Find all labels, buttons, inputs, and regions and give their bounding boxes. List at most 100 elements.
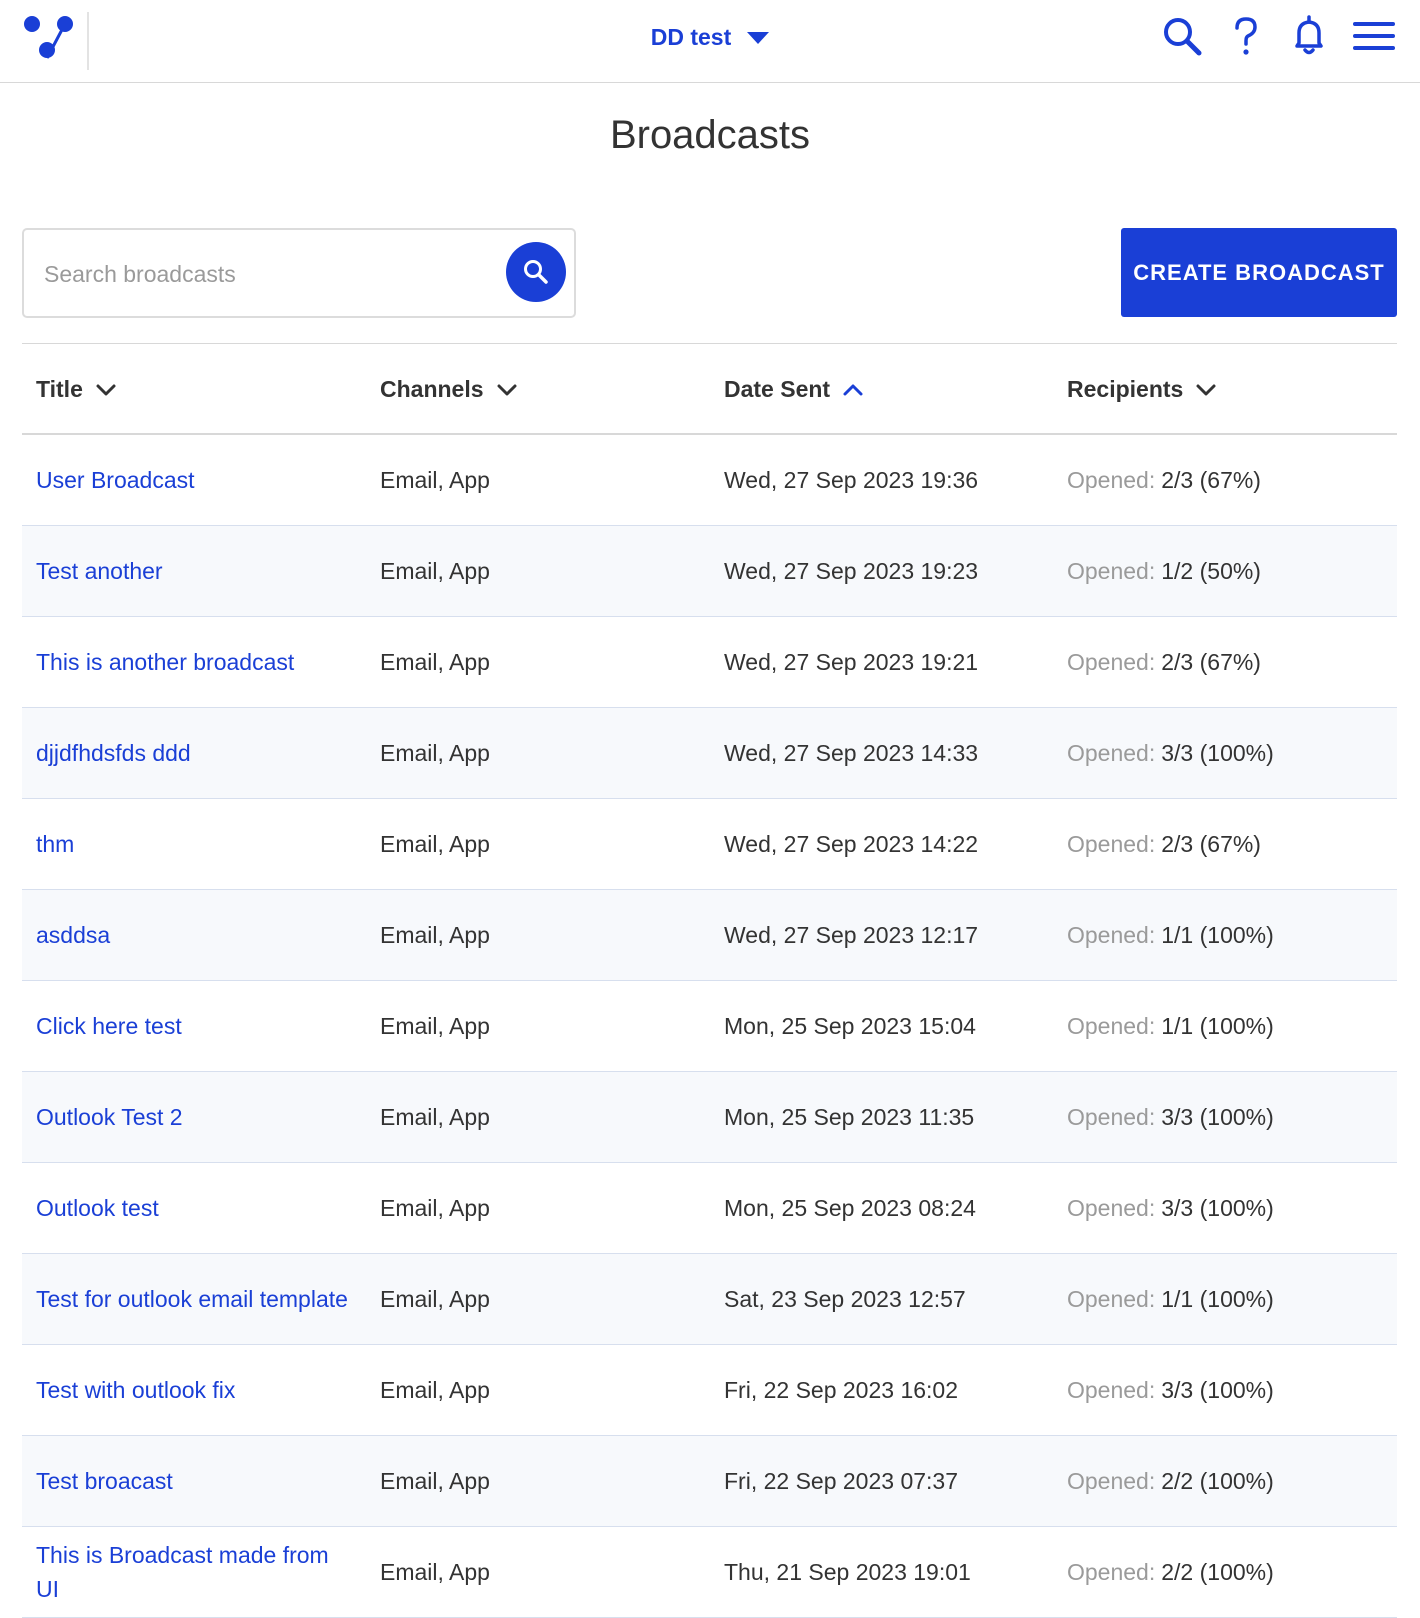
broadcast-date: Thu, 21 Sep 2023 19:01 bbox=[724, 1559, 971, 1585]
table-row: User Broadcast Email, App Wed, 27 Sep 20… bbox=[22, 435, 1397, 526]
opened-label: Opened: bbox=[1067, 1377, 1156, 1403]
column-title-label: Title bbox=[36, 376, 83, 402]
broadcast-channels: Email, App bbox=[380, 740, 490, 766]
broadcast-title-link[interactable]: Outlook Test 2 bbox=[36, 1072, 356, 1162]
column-header-channels[interactable]: Channels bbox=[380, 376, 518, 403]
search-box bbox=[22, 228, 576, 318]
table-body: User Broadcast Email, App Wed, 27 Sep 20… bbox=[22, 435, 1397, 1618]
broadcast-channels: Email, App bbox=[380, 467, 490, 493]
broadcast-date: Mon, 25 Sep 2023 11:35 bbox=[724, 1104, 975, 1130]
broadcast-date: Wed, 27 Sep 2023 14:33 bbox=[724, 740, 979, 766]
broadcast-title-link[interactable]: This is another broadcast bbox=[36, 617, 356, 707]
chevron-down-icon bbox=[497, 384, 517, 395]
bell-icon[interactable] bbox=[1287, 14, 1331, 58]
column-date-sent-label: Date Sent bbox=[724, 376, 831, 402]
broadcast-recipients: Opened: 3/3 (100%) bbox=[1067, 1163, 1387, 1253]
opened-label: Opened: bbox=[1067, 922, 1156, 948]
broadcast-date: Wed, 27 Sep 2023 19:36 bbox=[724, 467, 979, 493]
opened-label: Opened: bbox=[1067, 831, 1156, 857]
broadcast-title-link[interactable]: Test for outlook email template bbox=[36, 1254, 356, 1344]
broadcast-channels: Email, App bbox=[380, 1377, 490, 1403]
table-row: Test another Email, App Wed, 27 Sep 2023… bbox=[22, 526, 1397, 617]
broadcast-recipients: Opened: 3/3 (100%) bbox=[1067, 1072, 1387, 1162]
broadcast-channels: Email, App bbox=[380, 1013, 490, 1039]
table-row: Outlook Test 2 Email, App Mon, 25 Sep 20… bbox=[22, 1072, 1397, 1163]
broadcast-title-link[interactable]: Test with outlook fix bbox=[36, 1345, 356, 1435]
table-header: Title Channels Date Sent Recipients bbox=[22, 344, 1397, 435]
broadcast-title-link[interactable]: Click here test bbox=[36, 981, 356, 1071]
opened-label: Opened: bbox=[1067, 649, 1156, 675]
broadcast-recipients: Opened: 1/2 (50%) bbox=[1067, 526, 1387, 616]
opened-value: 1/1 (100%) bbox=[1161, 1286, 1274, 1312]
opened-label: Opened: bbox=[1067, 467, 1156, 493]
broadcast-title-link[interactable]: User Broadcast bbox=[36, 435, 356, 525]
workspace-switcher[interactable]: DD test bbox=[651, 24, 770, 51]
top-bar: DD test bbox=[0, 0, 1420, 83]
opened-value: 1/1 (100%) bbox=[1161, 1013, 1274, 1039]
help-icon[interactable] bbox=[1224, 14, 1268, 58]
broadcast-title-link[interactable]: asddsa bbox=[36, 890, 356, 980]
caret-down-icon bbox=[747, 31, 770, 44]
workspace-switcher-wrap: DD test bbox=[0, 24, 1420, 51]
table-row: This is Broadcast made from UI Email, Ap… bbox=[22, 1527, 1397, 1618]
opened-label: Opened: bbox=[1067, 1104, 1156, 1130]
page-title: Broadcasts bbox=[609, 113, 811, 157]
search-input[interactable] bbox=[44, 256, 484, 292]
menu-icon[interactable] bbox=[1352, 14, 1396, 58]
broadcast-title-link[interactable]: thm bbox=[36, 799, 356, 889]
broadcast-title-link[interactable]: This is Broadcast made from UI bbox=[36, 1527, 356, 1617]
opened-value: 1/1 (100%) bbox=[1161, 922, 1274, 948]
create-broadcast-button[interactable]: CREATE BROADCAST bbox=[1121, 228, 1397, 317]
column-channels-label: Channels bbox=[380, 376, 484, 402]
broadcast-title-link[interactable]: Test another bbox=[36, 526, 356, 616]
opened-value: 2/2 (100%) bbox=[1161, 1468, 1274, 1494]
broadcast-channels: Email, App bbox=[380, 1104, 490, 1130]
broadcast-channels: Email, App bbox=[380, 1195, 490, 1221]
workspace-name: DD test bbox=[650, 24, 732, 50]
table-row: Outlook test Email, App Mon, 25 Sep 2023… bbox=[22, 1163, 1397, 1254]
opened-value: 3/3 (100%) bbox=[1161, 1104, 1274, 1130]
broadcast-date: Wed, 27 Sep 2023 14:22 bbox=[724, 831, 979, 857]
opened-value: 2/3 (67%) bbox=[1161, 467, 1261, 493]
broadcast-title-link[interactable]: Outlook test bbox=[36, 1163, 356, 1253]
table-row: djjdfhdsfds ddd Email, App Wed, 27 Sep 2… bbox=[22, 708, 1397, 799]
broadcast-date: Mon, 25 Sep 2023 15:04 bbox=[724, 1013, 976, 1039]
opened-value: 2/2 (100%) bbox=[1161, 1559, 1274, 1585]
broadcast-date: Wed, 27 Sep 2023 19:21 bbox=[724, 649, 979, 675]
broadcast-channels: Email, App bbox=[380, 1559, 490, 1585]
chevron-down-icon bbox=[96, 384, 116, 395]
opened-value: 3/3 (100%) bbox=[1161, 1377, 1274, 1403]
column-header-date-sent[interactable]: Date Sent bbox=[724, 376, 864, 403]
broadcast-title-link[interactable]: djjdfhdsfds ddd bbox=[36, 708, 356, 798]
opened-label: Opened: bbox=[1067, 558, 1156, 584]
broadcast-recipients: Opened: 1/1 (100%) bbox=[1067, 1254, 1387, 1344]
table-row: Test for outlook email template Email, A… bbox=[22, 1254, 1397, 1345]
broadcast-channels: Email, App bbox=[380, 649, 490, 675]
broadcast-title-link[interactable]: Test broacast bbox=[36, 1436, 356, 1526]
broadcast-recipients: Opened: 2/3 (67%) bbox=[1067, 799, 1387, 889]
broadcasts-table: Title Channels Date Sent Recipients User… bbox=[22, 343, 1397, 1618]
broadcast-recipients: Opened: 3/3 (100%) bbox=[1067, 1345, 1387, 1435]
table-row: Click here test Email, App Mon, 25 Sep 2… bbox=[22, 981, 1397, 1072]
table-row: Test broacast Email, App Fri, 22 Sep 202… bbox=[22, 1436, 1397, 1527]
column-header-recipients[interactable]: Recipients bbox=[1067, 376, 1217, 403]
broadcast-date: Fri, 22 Sep 2023 07:37 bbox=[724, 1468, 958, 1494]
table-row: thm Email, App Wed, 27 Sep 2023 14:22 Op… bbox=[22, 799, 1397, 890]
table-row: Test with outlook fix Email, App Fri, 22… bbox=[22, 1345, 1397, 1436]
broadcast-channels: Email, App bbox=[380, 831, 490, 857]
opened-value: 3/3 (100%) bbox=[1161, 1195, 1274, 1221]
search-icon[interactable] bbox=[1160, 14, 1204, 58]
opened-label: Opened: bbox=[1067, 740, 1156, 766]
broadcast-channels: Email, App bbox=[380, 922, 490, 948]
broadcast-date: Mon, 25 Sep 2023 08:24 bbox=[724, 1195, 976, 1221]
broadcast-recipients: Opened: 2/2 (100%) bbox=[1067, 1527, 1387, 1617]
search-button[interactable] bbox=[506, 242, 566, 302]
chevron-down-icon bbox=[1196, 384, 1216, 395]
table-row: asddsa Email, App Wed, 27 Sep 2023 12:17… bbox=[22, 890, 1397, 981]
broadcast-recipients: Opened: 3/3 (100%) bbox=[1067, 708, 1387, 798]
column-recipients-label: Recipients bbox=[1067, 376, 1184, 402]
table-row: This is another broadcast Email, App Wed… bbox=[22, 617, 1397, 708]
broadcast-recipients: Opened: 2/3 (67%) bbox=[1067, 617, 1387, 707]
column-header-title[interactable]: Title bbox=[36, 376, 117, 403]
opened-label: Opened: bbox=[1067, 1559, 1156, 1585]
